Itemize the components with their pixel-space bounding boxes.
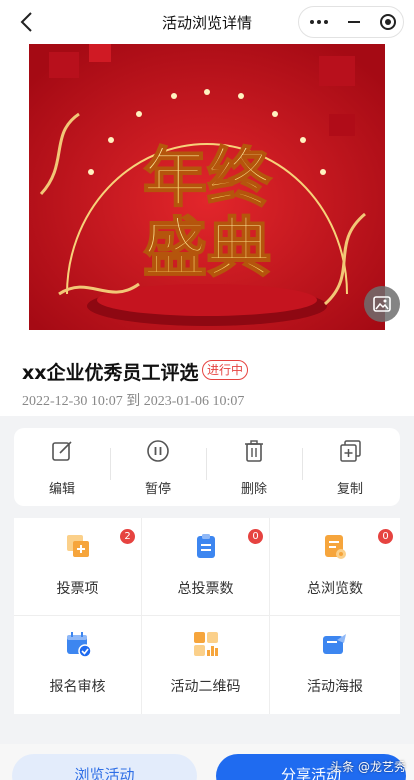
feature-grid: 2 投票项 0 总投票数 0 总浏览数 报名审核 活动二维码 活动海报 [14, 518, 400, 714]
activity-poster-tile[interactable]: 活动海报 [270, 616, 400, 714]
document-icon [325, 535, 346, 559]
total-votes-label: 总投票数 [177, 581, 234, 597]
count-badge: 0 [248, 529, 263, 544]
activity-qrcode-tile[interactable]: 活动二维码 [142, 616, 270, 714]
count-badge: 0 [378, 529, 393, 544]
top-nav-bar: 活动浏览详情 [0, 0, 414, 44]
action-bar: 编辑 暂停 删除 复制 [14, 428, 400, 506]
qr-code-icon [194, 632, 218, 656]
clipboard-icon [197, 534, 215, 558]
calendar-check-icon [67, 632, 92, 658]
vote-item-icon [67, 535, 89, 557]
banner-text-line1: 年终 [143, 142, 272, 216]
vote-items-label: 投票项 [56, 581, 99, 597]
total-votes-tile[interactable]: 0 总投票数 [142, 518, 270, 616]
copy-icon [340, 440, 361, 462]
registration-review-label: 报名审核 [49, 679, 106, 695]
banner-text-line2: 盛典 [143, 212, 271, 286]
edit-icon [52, 441, 72, 461]
watermark-text: 头条 @龙艺秀 [330, 760, 406, 774]
browse-activity-button[interactable]: 浏览活动 [12, 754, 197, 780]
delete-button[interactable]: 删除 [206, 428, 302, 506]
copy-label: 复制 [336, 482, 363, 497]
status-badge: 进行中 [202, 360, 249, 380]
image-icon[interactable] [364, 286, 400, 322]
pause-icon [147, 440, 169, 462]
poster-share-icon [323, 634, 346, 654]
vote-items-tile[interactable]: 2 投票项 [14, 518, 142, 616]
close-target-icon[interactable] [370, 7, 405, 37]
edit-button[interactable]: 编辑 [14, 428, 110, 506]
total-views-tile[interactable]: 0 总浏览数 [270, 518, 400, 616]
activity-title: xx企业优秀员工评选 [22, 362, 199, 384]
trash-icon [245, 440, 263, 462]
activity-banner-image: 年终 盛典 [29, 44, 385, 330]
minimize-icon[interactable] [336, 7, 371, 37]
registration-review-tile[interactable]: 报名审核 [14, 616, 142, 714]
activity-time-range: 2022-12-30 10:07 到 2023-01-06 10:07 [22, 394, 245, 409]
activity-qrcode-label: 活动二维码 [170, 679, 241, 695]
copy-button[interactable]: 复制 [302, 428, 398, 506]
edit-label: 编辑 [48, 482, 75, 497]
mini-program-capsule [298, 6, 404, 38]
total-views-label: 总浏览数 [307, 581, 363, 597]
activity-info: xx企业优秀员工评选 进行中 2022-12-30 10:07 到 2023-0… [0, 330, 414, 416]
more-dots-icon[interactable] [301, 7, 336, 37]
banner-section: 年终 盛典 [0, 44, 414, 330]
pause-button[interactable]: 暂停 [110, 428, 206, 506]
pause-label: 暂停 [144, 482, 171, 497]
delete-label: 删除 [240, 482, 267, 497]
activity-poster-label: 活动海报 [307, 679, 363, 695]
count-badge: 2 [120, 529, 135, 544]
